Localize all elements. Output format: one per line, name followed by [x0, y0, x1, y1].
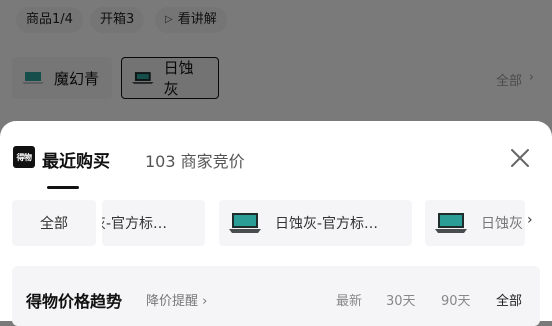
tab-recent-purchases[interactable]: 最近购买 [42, 147, 110, 172]
filter-sku[interactable]: 日蚀灰 [425, 200, 525, 246]
close-icon[interactable] [509, 147, 531, 169]
laptop-thumbnail-icon [435, 213, 467, 233]
tab-merchant-bids[interactable]: 103 商家竞价 [145, 148, 245, 172]
filter-all[interactable]: 全部 [12, 200, 96, 246]
filter-sku[interactable]: 灰-官方标… [102, 200, 205, 246]
price-trend-title: 得物价格趋势 [26, 292, 123, 311]
active-tab-indicator [47, 186, 79, 189]
dewu-logo: 得物 [13, 146, 35, 168]
chevron-right-icon[interactable]: › [527, 212, 533, 228]
filter-label: 全部 [40, 216, 68, 232]
laptop-thumbnail-icon [229, 213, 261, 233]
filter-label: 日蚀灰 [481, 216, 523, 232]
filter-sku[interactable]: 日蚀灰-官方标… [219, 200, 412, 246]
filter-label: 日蚀灰-官方标… [275, 216, 379, 232]
recent-purchases-sheet: 得物 最近购买 103 商家竞价 全部 灰-官方标… 日蚀灰-官方标… [0, 121, 552, 326]
dewu-logo-text: 得物 [16, 152, 33, 162]
filter-label: 灰-官方标… [102, 216, 168, 232]
sku-filter-row: 全部 灰-官方标… 日蚀灰-官方标… 日蚀灰 [0, 200, 552, 246]
price-trend-card: 得物价格趋势 降价提醒 › 最新 30天 90天 全部 [12, 266, 540, 326]
